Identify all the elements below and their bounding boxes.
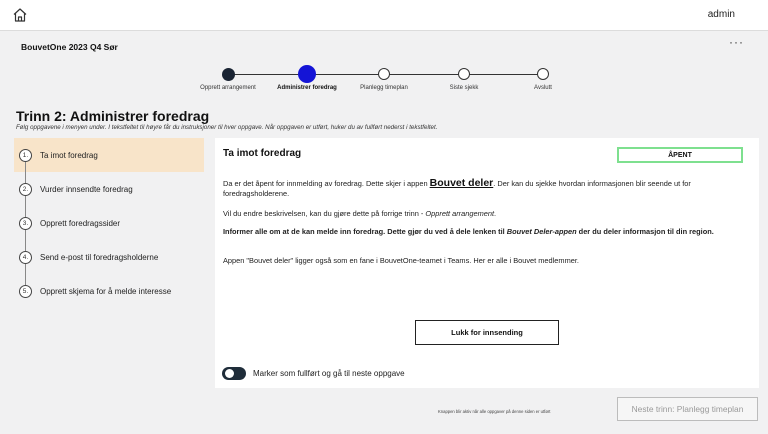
close-submissions-button[interactable]: Lukk for innsending	[415, 320, 559, 345]
task-label: Vurder innsendte foredrag	[40, 184, 133, 194]
step-label-2: Administrer foredrag	[277, 85, 337, 91]
text-italic: Opprett arrangement	[425, 209, 495, 218]
paragraph-inform: Informer alle om at de kan melde inn for…	[223, 227, 747, 237]
step-dot-2[interactable]	[298, 65, 316, 83]
event-bar: BouvetOne 2023 Q4 Sør ···	[0, 32, 768, 62]
complete-toggle-label: Marker som fullført og gå til neste oppg…	[253, 369, 405, 378]
text-italic: Bouvet Deler-appen	[506, 227, 577, 236]
step-label-3: Planlegg timeplan	[360, 85, 408, 91]
user-menu[interactable]: admin	[708, 9, 735, 20]
home-icon[interactable]	[12, 7, 28, 23]
step-label-1: Opprett arrangement	[200, 85, 256, 91]
task-number: 5.	[19, 284, 32, 298]
status-badge: ÅPENT	[617, 147, 743, 163]
task-list: 1. Ta imot foredrag 2. Vurder innsendte …	[14, 138, 204, 308]
task-item-2[interactable]: 2. Vurder innsendte foredrag	[14, 172, 204, 206]
paragraph-teams-info: Appen "Bouvet deler" ligger også som en …	[223, 256, 579, 265]
task-number: 3.	[19, 216, 32, 230]
step-label-5: Avslutt	[534, 85, 552, 91]
text: Informer alle om at de kan melde inn for…	[223, 227, 507, 236]
more-options-icon[interactable]: ···	[729, 35, 744, 49]
task-label: Send e-post til foredragsholderne	[40, 252, 159, 262]
panel-title: Ta imot foredrag	[223, 148, 302, 159]
bouvet-deler-link[interactable]: Bouvet deler	[430, 177, 494, 189]
step-dot-1[interactable]	[222, 68, 235, 81]
task-item-1[interactable]: 1. Ta imot foredrag	[14, 138, 204, 172]
top-bar: admin	[0, 0, 768, 31]
paragraph-app-info: Da er det åpent for innmelding av foredr…	[223, 177, 747, 198]
complete-toggle[interactable]	[222, 367, 246, 380]
task-item-5[interactable]: 5. Opprett skjema for å melde interesse	[14, 274, 204, 308]
paragraph-edit-info: Vil du endre beskrivelsen, kan du gjøre …	[223, 209, 747, 219]
task-detail-panel: Ta imot foredrag ÅPENT Da er det åpent f…	[215, 138, 759, 388]
task-label: Opprett foredragssider	[40, 218, 121, 228]
text: Vil du endre beskrivelsen, kan du gjøre …	[223, 209, 426, 218]
task-item-4[interactable]: 4. Send e-post til foredragsholderne	[14, 240, 204, 274]
footer-note: Knappen blir aktiv når alle oppgaver på …	[438, 409, 551, 414]
step-dot-5[interactable]	[537, 68, 549, 80]
page-title: Trinn 2: Administrer foredrag	[16, 108, 210, 124]
task-number: 1.	[19, 148, 32, 162]
task-number: 4.	[19, 250, 32, 264]
text: der du deler informasjon til din region.	[576, 227, 714, 236]
text: .	[494, 209, 497, 218]
task-number: 2.	[19, 182, 32, 196]
page-instruction: Følg oppgavene i menyen under. I tekstfe…	[16, 124, 438, 131]
task-label: Ta imot foredrag	[40, 150, 98, 160]
progress-stepper: Opprett arrangement Administrer foredrag…	[0, 62, 768, 102]
next-step-button[interactable]: Neste trinn: Planlegg timeplan	[617, 397, 758, 421]
event-title: BouvetOne 2023 Q4 Sør	[21, 42, 118, 52]
text: Da er det åpent for innmelding av foredr…	[223, 179, 430, 188]
toggle-knob	[225, 369, 234, 378]
step-dot-4[interactable]	[458, 68, 470, 80]
task-item-3[interactable]: 3. Opprett foredragssider	[14, 206, 204, 240]
task-label: Opprett skjema for å melde interesse	[40, 286, 172, 296]
step-label-4: Siste sjekk	[449, 85, 479, 91]
step-dot-3[interactable]	[378, 68, 390, 80]
